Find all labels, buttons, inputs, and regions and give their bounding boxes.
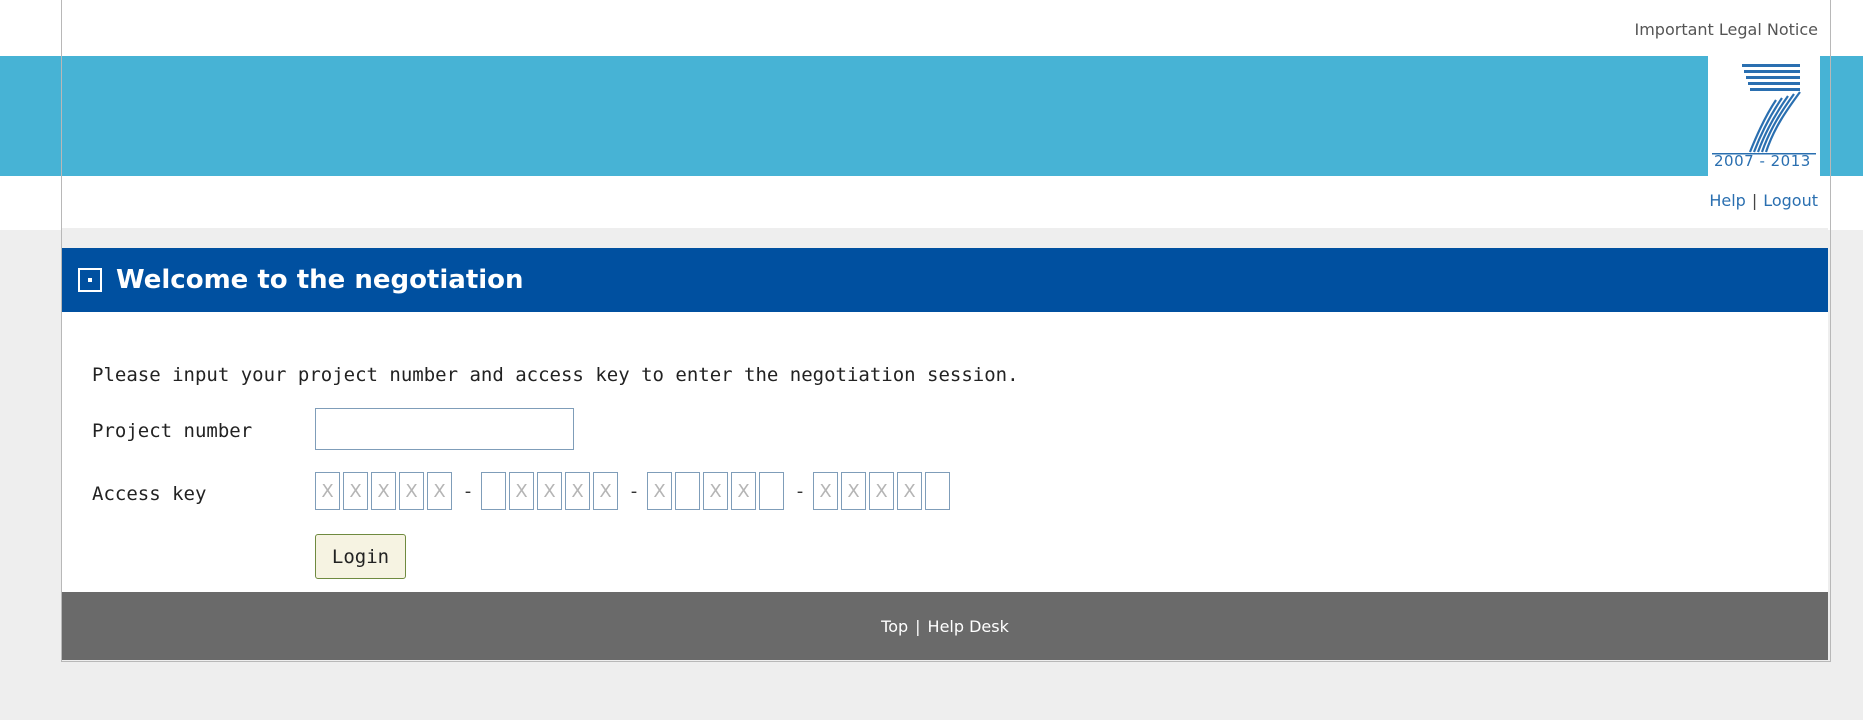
header-links: Help | Logout (1709, 191, 1818, 210)
access-key-cell[interactable]: X (371, 472, 396, 510)
instructions-text: Please input your project number and acc… (92, 364, 1019, 386)
access-key-cell[interactable]: X (343, 472, 368, 510)
collapse-square-icon[interactable] (78, 268, 102, 292)
help-link[interactable]: Help (1709, 191, 1745, 210)
page: Important Legal Notice 2007 - 2013 Help … (0, 0, 1863, 720)
project-number-label: Project number (92, 420, 253, 442)
access-key-cell[interactable]: X (565, 472, 590, 510)
access-key-cell[interactable]: X (731, 472, 756, 510)
access-key-cell[interactable]: X (703, 472, 728, 510)
project-number-input[interactable] (315, 408, 574, 450)
header-spacer (62, 228, 1828, 248)
access-key-cell[interactable]: X (537, 472, 562, 510)
access-key-label: Access key (92, 483, 207, 505)
access-key-dash: - (630, 480, 638, 502)
access-key-cell[interactable]: X (813, 472, 838, 510)
footer: Top | Help Desk (62, 592, 1828, 660)
footer-link-separator: | (915, 616, 921, 636)
access-key-cell[interactable]: X (399, 472, 424, 510)
access-key-cell[interactable] (759, 472, 784, 510)
collapse-dot (88, 278, 92, 282)
access-key-cell[interactable] (925, 472, 950, 510)
access-key-cell[interactable]: X (869, 472, 894, 510)
logo-years-label: 2007 - 2013 (1714, 152, 1811, 170)
login-button[interactable]: Login (315, 534, 406, 579)
access-key-dash: - (796, 480, 804, 502)
main-container: Important Legal Notice 2007 - 2013 Help … (61, 0, 1831, 662)
logout-link[interactable]: Logout (1763, 191, 1818, 210)
top-link[interactable]: Top (881, 617, 908, 636)
access-key-cell[interactable]: X (315, 472, 340, 510)
legal-notice-link[interactable]: Important Legal Notice (1635, 20, 1819, 39)
access-key-cell[interactable] (675, 472, 700, 510)
access-key-row: X X X X X - X X X X - X X X - X X X X (315, 472, 953, 510)
help-desk-link[interactable]: Help Desk (928, 617, 1009, 636)
access-key-cell[interactable] (481, 472, 506, 510)
access-key-cell[interactable]: X (897, 472, 922, 510)
fp7-logo: 2007 - 2013 (1708, 56, 1820, 176)
access-key-cell[interactable]: X (593, 472, 618, 510)
access-key-cell[interactable]: X (509, 472, 534, 510)
access-key-dash: - (464, 480, 472, 502)
access-key-cell[interactable]: X (427, 472, 452, 510)
access-key-cell[interactable]: X (841, 472, 866, 510)
panel-title: Welcome to the negotiation (116, 265, 524, 295)
panel-title-bar: Welcome to the negotiation (62, 248, 1828, 312)
login-form: Please input your project number and acc… (62, 312, 1828, 592)
header-link-separator: | (1751, 191, 1758, 210)
access-key-cell[interactable]: X (647, 472, 672, 510)
